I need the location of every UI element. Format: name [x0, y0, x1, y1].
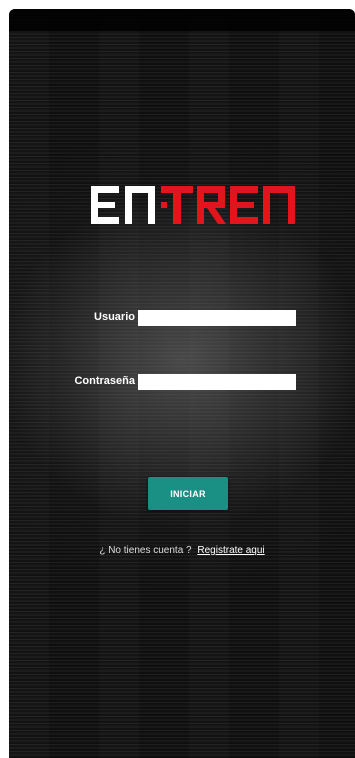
register-prompt: ¿ No tienes cuenta ? Registrate aqui [9, 545, 355, 556]
username-input[interactable] [138, 310, 296, 326]
password-row: Contraseña [9, 374, 355, 394]
entren-logo [91, 186, 295, 224]
app-screen: Usuario Contraseña INICIAR ¿ No tienes c… [9, 9, 355, 758]
password-input[interactable] [138, 374, 296, 390]
iniciar-button[interactable]: INICIAR [148, 477, 228, 510]
register-link[interactable]: Registrate aqui [197, 545, 264, 556]
register-text: ¿ No tienes cuenta ? [99, 545, 192, 556]
status-bar [9, 9, 355, 31]
username-row: Usuario [9, 310, 355, 330]
password-label: Contraseña [74, 375, 135, 387]
username-label: Usuario [94, 311, 135, 323]
